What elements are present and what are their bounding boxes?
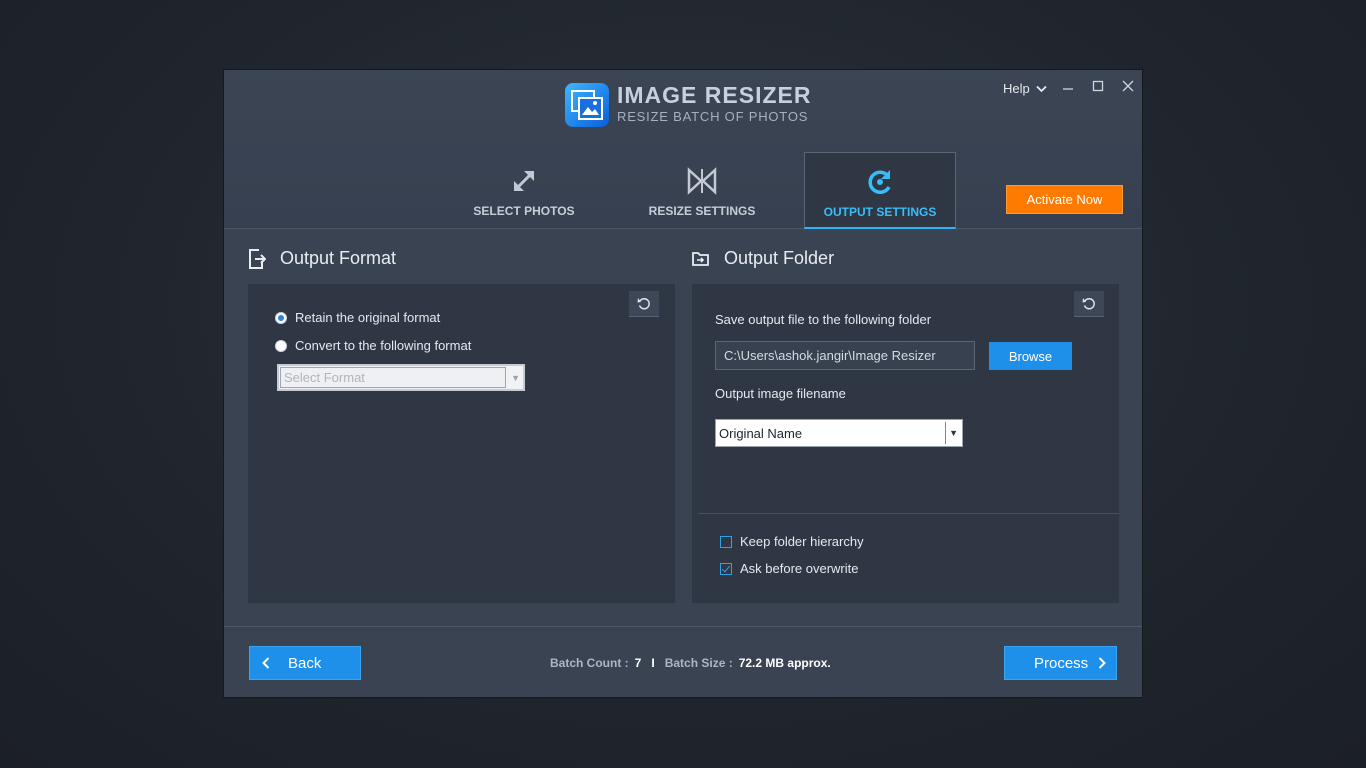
tab-label: OUTPUT SETTINGS [823,205,937,219]
tab-resize-settings[interactable]: RESIZE SETTINGS [626,152,778,229]
output-format-title: Output Format [280,248,397,268]
maximize-icon[interactable] [1090,78,1106,94]
tab-select-photos[interactable]: SELECT PHOTOS [448,152,600,229]
output-format-heading: Output Format [248,248,396,269]
format-select-placeholder: Select Format [280,367,506,388]
app-logo-icon [565,83,609,127]
chevron-right-icon [1098,657,1107,669]
app-header: IMAGE RESIZER RESIZE BATCH OF PHOTOS Hel… [224,70,1142,229]
help-menu[interactable]: Help [1003,81,1047,96]
chevron-left-icon [262,657,270,669]
refresh-c-icon [868,170,891,194]
batch-count-value: 7 [634,656,642,670]
batch-count-label: Batch Count : [550,656,629,670]
output-path-input[interactable] [715,341,975,370]
tab-label: SELECT PHOTOS [473,204,575,218]
format-select[interactable]: Select Format ▼ [277,364,525,391]
panel-divider [698,513,1119,514]
process-button[interactable]: Process [1004,646,1117,680]
checkbox-indicator [720,535,732,548]
save-folder-label: Save output file to the following folder [715,312,932,327]
dropdown-arrow-icon: ▼ [949,428,958,438]
expand-arrows-icon [513,170,535,192]
output-format-panel: Retain the original format Convert to th… [248,284,675,603]
convert-format-radio[interactable]: Convert to the following format [275,338,471,353]
radio-label: Retain the original format [295,310,441,325]
output-folder-panel: Save output file to the following folder… [692,284,1119,603]
checkbox-label: Keep folder hierarchy [740,534,864,549]
radio-label: Convert to the following format [295,338,472,353]
output-folder-heading: Output Folder [692,248,834,269]
browse-button[interactable]: Browse [989,342,1072,370]
filename-select-value: Original Name [719,426,803,441]
close-icon[interactable] [1120,78,1136,94]
reset-icon [637,297,650,309]
back-label: Back [288,654,322,672]
batch-info: Batch Count : 7 I Batch Size : 72.2 MB a… [550,656,831,670]
activate-now-button[interactable]: Activate Now [1006,185,1123,214]
reset-icon [1082,297,1095,309]
back-button[interactable]: Back [249,646,361,680]
folder-import-icon [692,251,709,266]
checkbox-label: Ask before overwrite [740,561,859,576]
batch-separator: I [651,656,655,670]
tab-output-settings[interactable]: OUTPUT SETTINGS [804,152,956,229]
app-subtitle: RESIZE BATCH OF PHOTOS [617,109,809,124]
tab-label: RESIZE SETTINGS [648,204,756,218]
output-folder-title: Output Folder [724,248,835,268]
reset-format-button[interactable] [629,291,659,317]
filename-select[interactable]: Original Name ▼ [715,419,963,447]
reset-folder-button[interactable] [1074,291,1104,317]
app-window: IMAGE RESIZER RESIZE BATCH OF PHOTOS Hel… [223,69,1143,698]
process-label: Process [1034,654,1089,672]
footer-divider [224,626,1142,627]
export-file-icon [249,248,266,269]
radio-indicator [275,339,287,352]
radio-indicator [275,311,287,324]
help-label: Help [1003,81,1030,96]
retain-format-radio[interactable]: Retain the original format [275,310,440,325]
chevron-down-icon [1036,85,1047,92]
batch-size-value: 72.2 MB approx. [738,656,831,670]
checkbox-indicator [720,562,732,575]
dropdown-arrow-icon: ▼ [511,373,520,383]
filename-label: Output image filename [715,386,846,401]
keep-hierarchy-checkbox[interactable]: Keep folder hierarchy [720,534,864,549]
batch-size-label: Batch Size : [664,656,733,670]
app-title: IMAGE RESIZER [617,82,812,108]
ask-overwrite-checkbox[interactable]: Ask before overwrite [720,561,859,576]
minimize-icon[interactable] [1060,78,1076,94]
resize-icon [687,167,717,195]
select-separator [945,422,946,444]
